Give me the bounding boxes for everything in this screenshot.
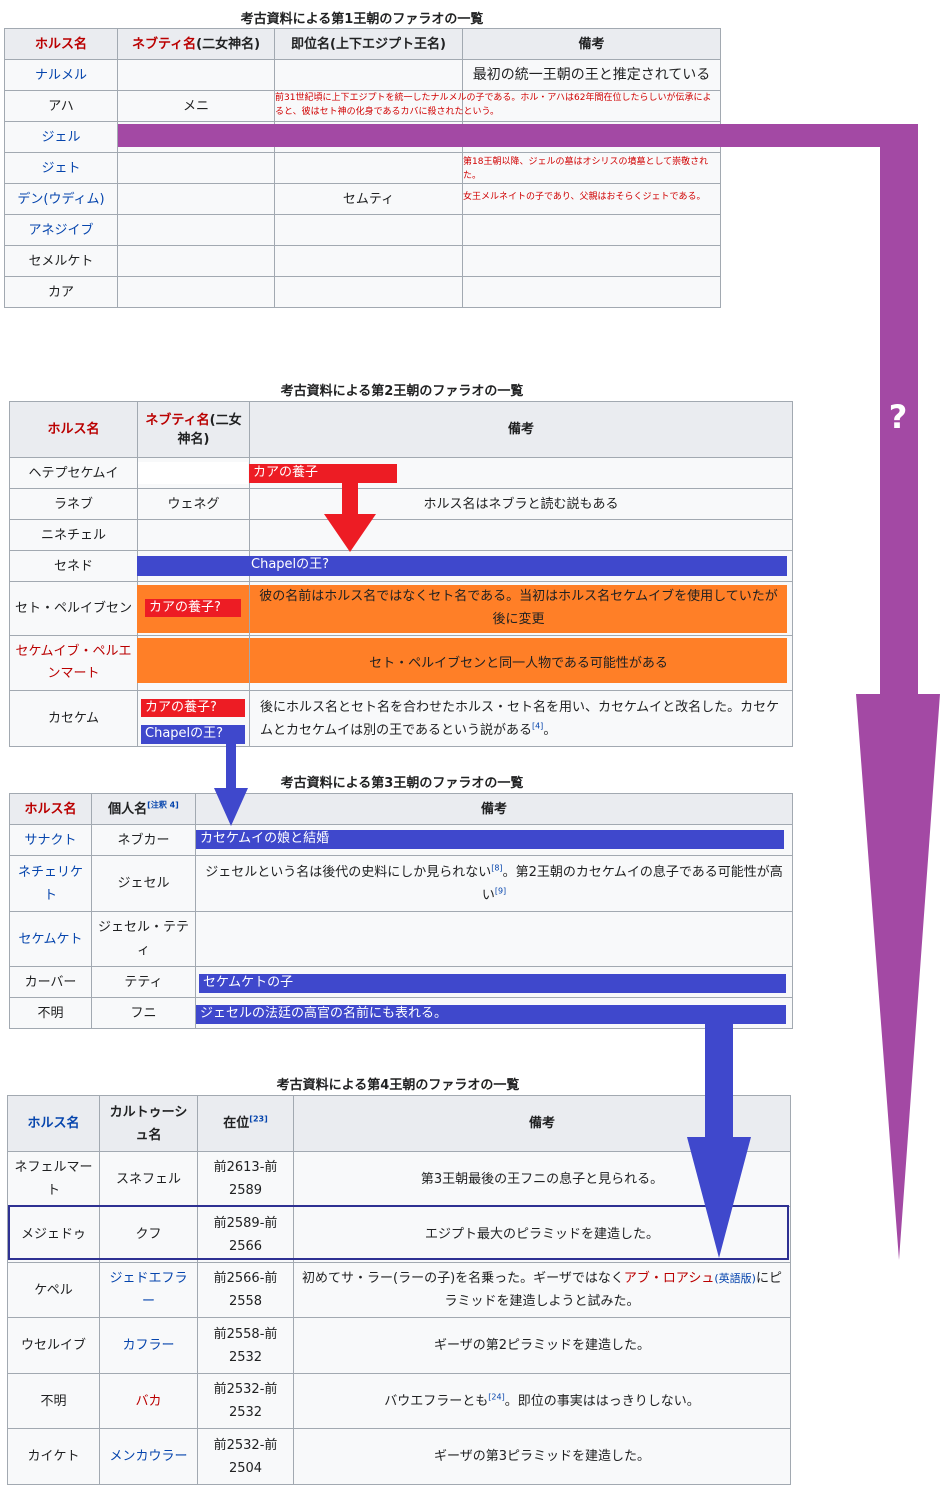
table-row: カイケト メンカウラー 前2532-前2504 ギーザの第3ピラミッドを建造した… xyxy=(7,1428,791,1485)
horus-link[interactable]: サナクト xyxy=(9,824,92,856)
note-cell: ギーザの第3ピラミッドを建造した。 xyxy=(293,1428,791,1485)
reign-cell: 前2532-前2504 xyxy=(197,1428,294,1485)
horus-cell: セメルケト xyxy=(4,245,118,277)
nebty-cell xyxy=(117,59,275,91)
horus-cell: アハ xyxy=(4,90,118,122)
horus-cell: カア xyxy=(4,276,118,308)
note-cell: 初めてサ・ラー(ラーの子)を名乗った。ギーザではなくアブ・ロアシュ(英語版)にピ… xyxy=(293,1262,791,1318)
note-cell: ギーザの第2ピラミッドを建造した。 xyxy=(293,1317,791,1374)
ref-24[interactable]: [24] xyxy=(488,1392,504,1401)
cartouche-link[interactable]: ジェドエフラー xyxy=(99,1262,198,1318)
horus-cell: カイケト xyxy=(7,1428,100,1485)
horus-cell: ウセルイブ xyxy=(7,1317,100,1374)
horus-link[interactable]: ナルメル xyxy=(4,59,118,91)
table-row: ウセルイブ カフラー 前2558-前2532 ギーザの第2ピラミッドを建造した。 xyxy=(7,1317,791,1374)
horus-link[interactable]: アネジイブ xyxy=(4,214,118,246)
horus-cell: ケペル xyxy=(7,1262,100,1318)
horus-link[interactable]: ジェト xyxy=(4,152,118,184)
horus-link[interactable]: デン(ウディム) xyxy=(4,183,118,215)
throne-cell xyxy=(274,59,463,91)
horus-cell: 不明 xyxy=(9,997,92,1029)
horus-cell: カーバー xyxy=(9,966,92,998)
col-horus-name[interactable]: ホルス名 xyxy=(4,28,118,60)
english-version-link[interactable]: (英語版) xyxy=(714,1272,756,1285)
reign-cell: 前2566-前2558 xyxy=(197,1262,294,1318)
table-row: ナルメル 最初の統一王朝の王と推定されている xyxy=(4,59,721,91)
col-horus-name[interactable]: ホルス名 xyxy=(9,793,92,825)
question-mark: ? xyxy=(888,398,908,436)
cartouche-link[interactable]: メンカウラー xyxy=(99,1428,198,1485)
abu-rawash-link[interactable]: アブ・ロアシュ xyxy=(624,1271,714,1286)
horus-link[interactable]: ネチェリケト xyxy=(9,855,92,912)
nebty-cell: メニ xyxy=(117,90,275,122)
col-throne-name[interactable]: 即位名(上下エジプト王名) xyxy=(274,28,463,60)
note-cell: 最初の統一王朝の王と推定されている xyxy=(462,59,721,91)
reign-cell: 前2558-前2532 xyxy=(197,1317,294,1374)
col-notes: 備考 xyxy=(462,28,721,60)
horus-link[interactable]: セケムケト xyxy=(9,911,92,967)
col-horus-name[interactable]: ホルス名 xyxy=(7,1095,100,1152)
aha-note: 前31世紀頃に上下エジプトを統一したナルメルの子である。ホル・アハは62年間在位… xyxy=(275,93,712,117)
table1-caption: 考古資料による第1王朝のファラオの一覧 xyxy=(240,12,484,27)
horus-cell: ネフェルマート xyxy=(7,1151,100,1207)
col-nebty-name[interactable]: ネブティ名(二女神名) xyxy=(117,28,275,60)
table-row: ケペル ジェドエフラー 前2566-前2558 初めてサ・ラー(ラーの子)を名乗… xyxy=(7,1262,791,1318)
horus-cell: 不明 xyxy=(7,1373,100,1429)
horus-link[interactable]: ジェル xyxy=(4,121,118,153)
purple-question-arrow xyxy=(118,124,940,1260)
note-cell: バウエフラーとも[24]。即位の事実ははっきりしない。 xyxy=(293,1373,791,1429)
reign-cell: 前2532-前2532 xyxy=(197,1373,294,1429)
table-row: 不明 バカ 前2532-前2532 バウエフラーとも[24]。即位の事実ははっき… xyxy=(7,1373,791,1429)
cartouche-link[interactable]: バカ xyxy=(99,1373,198,1429)
cartouche-link[interactable]: カフラー xyxy=(99,1317,198,1374)
